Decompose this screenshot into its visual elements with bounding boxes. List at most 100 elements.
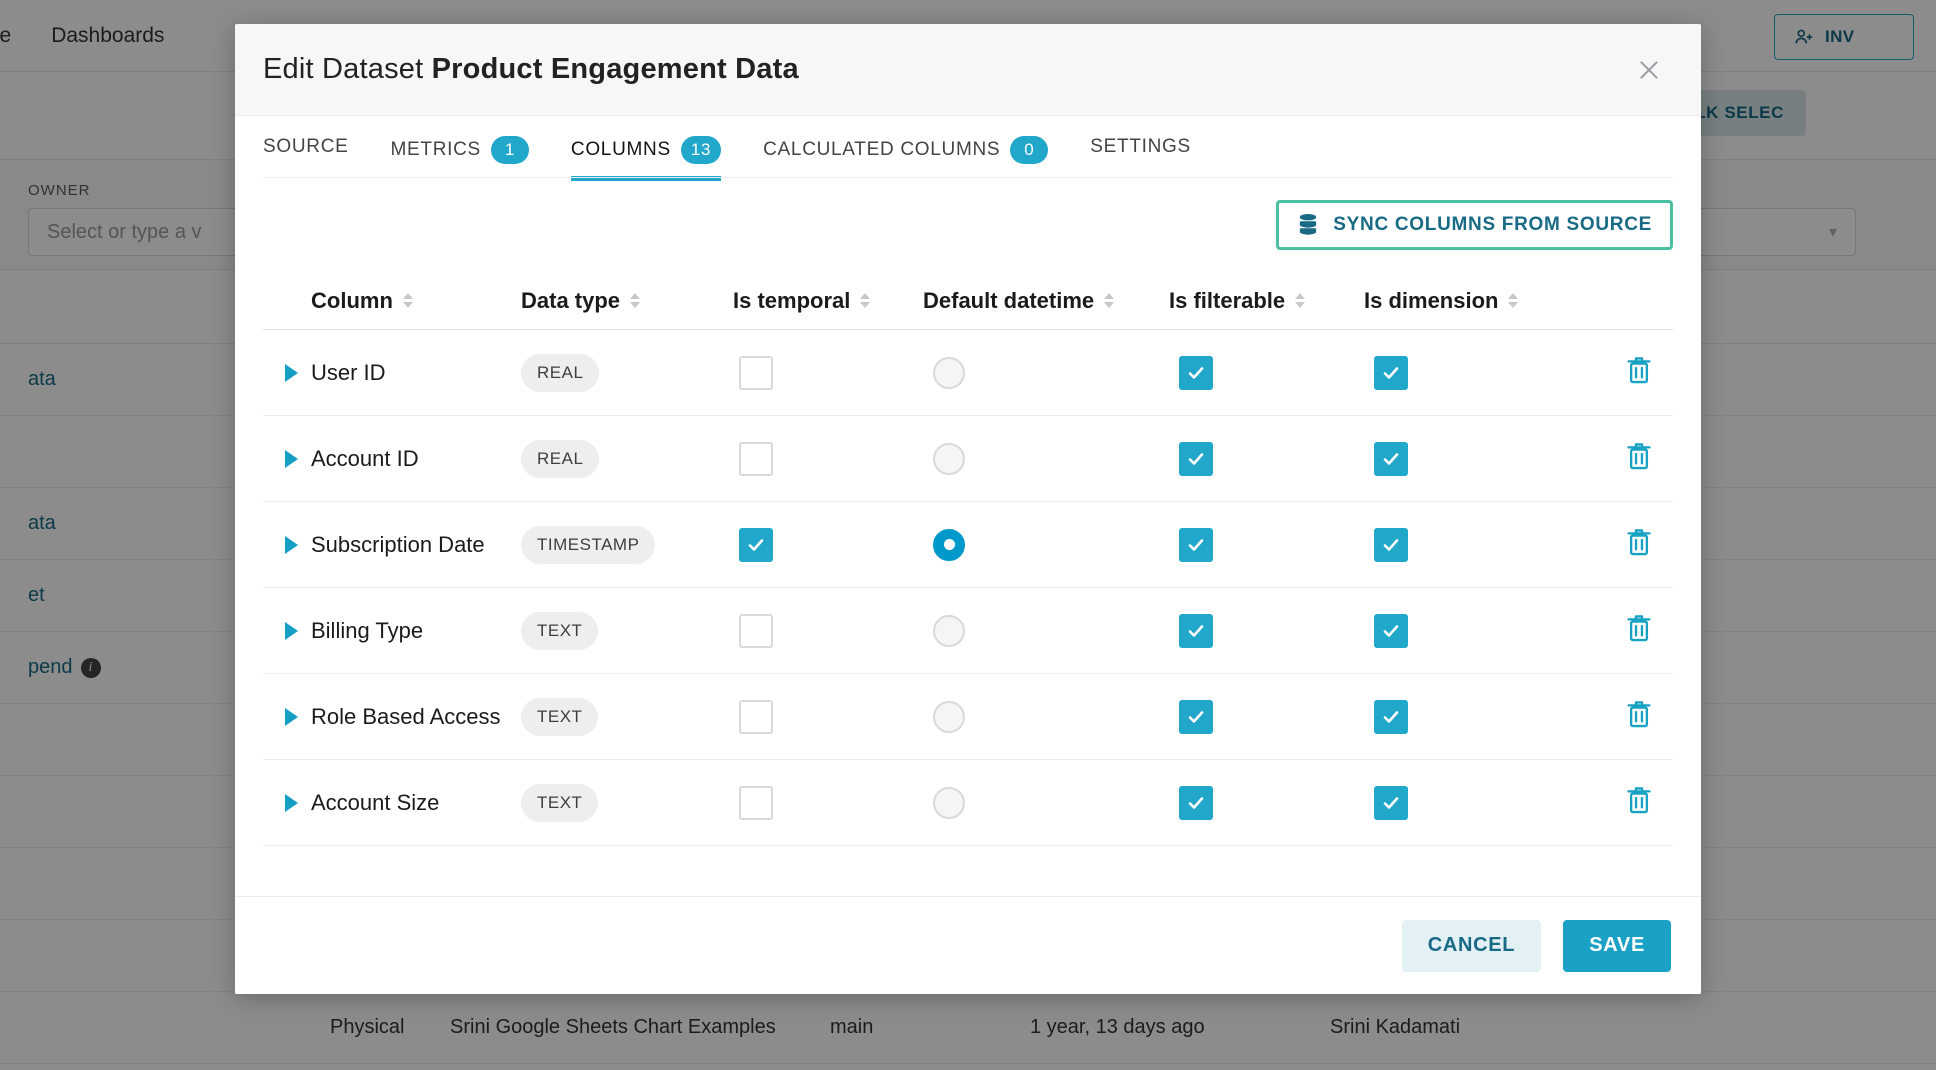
tab-badge: 1	[491, 136, 529, 164]
sort-icon[interactable]	[1104, 293, 1114, 308]
is-dimension-checkbox[interactable]	[1374, 442, 1408, 476]
caret-right-icon[interactable]	[285, 364, 298, 382]
is-temporal-checkbox[interactable]	[739, 700, 773, 734]
default-datetime-radio[interactable]	[933, 357, 965, 389]
tab-metrics[interactable]: METRICS 1	[391, 136, 529, 181]
table-row[interactable]: Subscription Date TIMESTAMP	[263, 502, 1673, 588]
modal-body: SOURCE METRICS 1 COLUMNS 13 CALCULATED COLUMN…	[235, 116, 1701, 896]
delete-column-button[interactable]	[1624, 526, 1654, 563]
header-is-temporal[interactable]: Is temporal	[711, 288, 901, 314]
tab-settings[interactable]: SETTINGS	[1090, 136, 1191, 175]
tab-label: SOURCE	[263, 136, 349, 158]
column-name: Billing Type	[311, 618, 423, 643]
tab-calculated-columns[interactable]: CALCULATED COLUMNS0	[763, 136, 1048, 181]
database-icon	[1297, 213, 1319, 237]
caret-right-icon[interactable]	[285, 450, 298, 468]
is-temporal-checkbox[interactable]	[739, 528, 773, 562]
edit-dataset-modal: Edit Dataset Product Engagement Data SOU…	[235, 24, 1701, 994]
tab-source[interactable]: SOURCE	[263, 136, 349, 175]
column-name: Account ID	[311, 446, 419, 471]
caret-right-icon[interactable]	[285, 536, 298, 554]
is-dimension-checkbox[interactable]	[1374, 356, 1408, 390]
sort-icon[interactable]	[630, 293, 640, 308]
modal-title: Edit Dataset Product Engagement Data	[263, 53, 799, 86]
delete-column-button[interactable]	[1624, 440, 1654, 477]
trash-icon	[1624, 526, 1654, 558]
header-column-label: Column	[311, 288, 393, 314]
caret-right-icon[interactable]	[285, 794, 298, 812]
table-row[interactable]: Role Based Access TEXT	[263, 674, 1673, 760]
data-type-badge: REAL	[521, 354, 599, 392]
is-filterable-checkbox[interactable]	[1179, 786, 1213, 820]
is-filterable-checkbox[interactable]	[1179, 356, 1213, 390]
is-temporal-checkbox[interactable]	[739, 356, 773, 390]
tab-badge: 13	[681, 136, 721, 164]
default-datetime-radio[interactable]	[933, 615, 965, 647]
trash-icon	[1624, 354, 1654, 386]
sort-icon[interactable]	[860, 293, 870, 308]
tab-label: METRICS	[391, 139, 481, 161]
delete-column-button[interactable]	[1624, 784, 1654, 821]
tab-label: CALCULATED COLUMNS	[763, 139, 1000, 161]
column-name: Account Size	[311, 790, 439, 815]
is-dimension-checkbox[interactable]	[1374, 786, 1408, 820]
is-temporal-checkbox[interactable]	[739, 442, 773, 476]
default-datetime-radio[interactable]	[933, 529, 965, 561]
data-type-badge: TEXT	[521, 698, 598, 736]
header-default-datetime[interactable]: Default datetime	[901, 288, 1151, 314]
header-is-dimension[interactable]: Is dimension	[1346, 288, 1596, 314]
sync-row: SYNC COLUMNS FROM SOURCE	[235, 178, 1701, 250]
header-is-dimension-label: Is dimension	[1364, 288, 1498, 314]
is-filterable-checkbox[interactable]	[1179, 700, 1213, 734]
header-data-type-label: Data type	[521, 288, 620, 314]
is-temporal-checkbox[interactable]	[739, 786, 773, 820]
modal-footer: CANCEL SAVE	[235, 896, 1701, 994]
is-filterable-checkbox[interactable]	[1179, 442, 1213, 476]
delete-column-button[interactable]	[1624, 354, 1654, 391]
close-icon	[1635, 56, 1663, 84]
close-button[interactable]	[1627, 48, 1671, 92]
caret-right-icon[interactable]	[285, 622, 298, 640]
is-dimension-checkbox[interactable]	[1374, 528, 1408, 562]
header-data-type[interactable]: Data type	[521, 288, 711, 314]
is-filterable-checkbox[interactable]	[1179, 614, 1213, 648]
is-dimension-checkbox[interactable]	[1374, 614, 1408, 648]
column-name: Subscription Date	[311, 532, 485, 557]
header-default-datetime-label: Default datetime	[923, 288, 1094, 314]
tab-label: COLUMNS	[571, 139, 671, 161]
table-row[interactable]: Account IDREAL	[263, 416, 1673, 502]
default-datetime-radio[interactable]	[933, 787, 965, 819]
tab-columns[interactable]: COLUMNS 13	[571, 136, 721, 181]
sort-icon[interactable]	[1508, 293, 1518, 308]
default-datetime-radio[interactable]	[933, 443, 965, 475]
default-datetime-radio[interactable]	[933, 701, 965, 733]
table-row[interactable]: Billing Type TEXT	[263, 588, 1673, 674]
data-type-badge: TEXT	[521, 612, 598, 650]
trash-icon	[1624, 440, 1654, 472]
table-row[interactable]: Account SizeTEXT	[263, 760, 1673, 846]
columns-table-header: Column Data type Is temporal Default dat…	[263, 272, 1673, 330]
trash-icon	[1624, 784, 1654, 816]
modal-tabs: SOURCE METRICS 1 COLUMNS 13 CALCULATED COLUMN…	[235, 116, 1701, 178]
tabs-divider	[263, 177, 1673, 178]
sort-icon[interactable]	[1295, 293, 1305, 308]
sync-columns-from-source-button[interactable]: SYNC COLUMNS FROM SOURCE	[1276, 200, 1673, 250]
delete-column-button[interactable]	[1624, 698, 1654, 735]
header-is-filterable[interactable]: Is filterable	[1151, 288, 1346, 314]
caret-right-icon[interactable]	[285, 708, 298, 726]
cancel-button[interactable]: CANCEL	[1402, 920, 1542, 972]
column-name: Role Based Access	[311, 704, 501, 729]
header-is-filterable-label: Is filterable	[1169, 288, 1285, 314]
delete-column-button[interactable]	[1624, 612, 1654, 649]
column-name: User ID	[311, 360, 386, 385]
save-button[interactable]: SAVE	[1563, 920, 1671, 972]
header-column[interactable]: Column	[311, 288, 521, 314]
sort-icon[interactable]	[403, 293, 413, 308]
modal-title-prefix: Edit Dataset	[263, 53, 432, 85]
data-type-badge: TIMESTAMP	[521, 526, 655, 564]
header-is-temporal-label: Is temporal	[733, 288, 850, 314]
table-row[interactable]: User ID REAL	[263, 330, 1673, 416]
is-temporal-checkbox[interactable]	[739, 614, 773, 648]
is-filterable-checkbox[interactable]	[1179, 528, 1213, 562]
is-dimension-checkbox[interactable]	[1374, 700, 1408, 734]
